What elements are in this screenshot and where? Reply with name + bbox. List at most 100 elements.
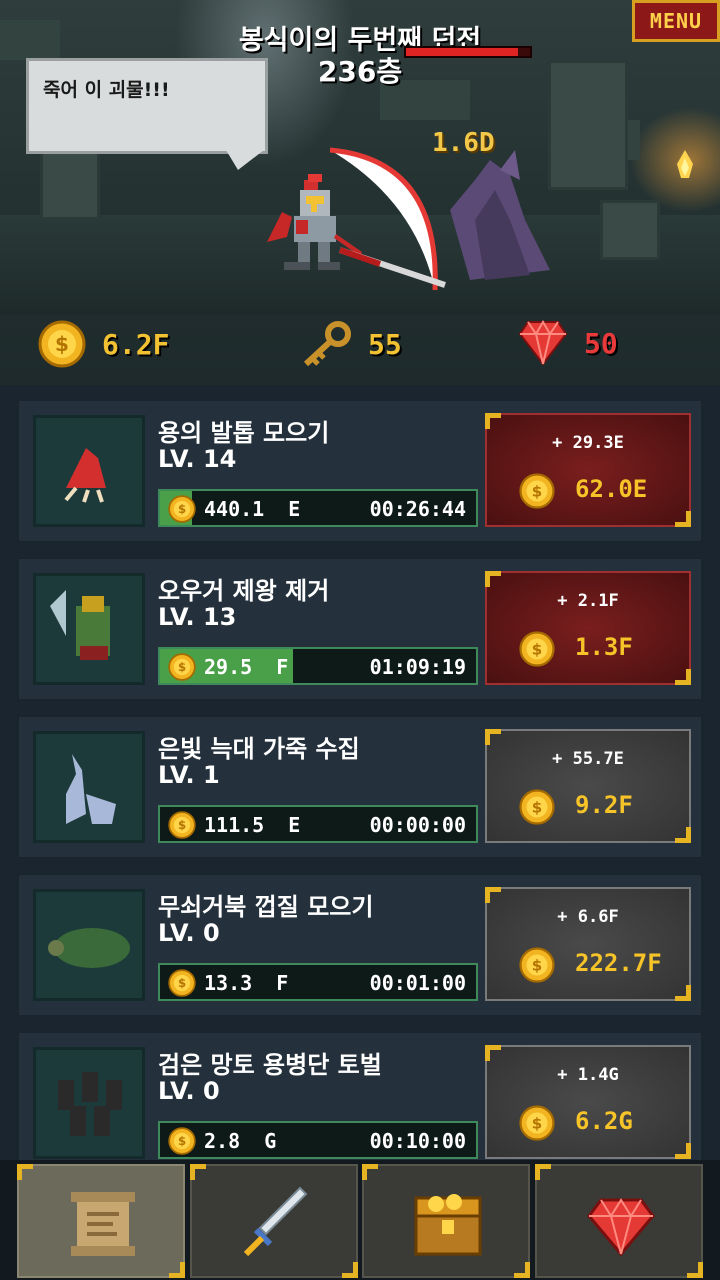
gold-amount: 6.2F [102, 327, 170, 361]
quest-progress-bar: $29.5 F 01:09:19 [158, 647, 478, 685]
gold-coin-icon: $ [168, 1127, 196, 1155]
gem-amount: 50 [584, 326, 618, 360]
key-counter: 55 [300, 320, 402, 368]
battle-scene: 봉식이의 두번째 던전 236층 MENU 죽어 이 괴물!!! 1.6D $ … [0, 0, 720, 385]
gold-coin-icon: $ [519, 473, 555, 509]
speech-bubble-tail [226, 150, 264, 170]
ruby-gem-icon [518, 320, 568, 366]
upgrade-cost: 6.2G [575, 1107, 633, 1135]
upgrade-bonus: + 55.7E [552, 749, 624, 769]
gold-coin-icon: $ [168, 969, 196, 997]
gold-corner-ornament [535, 1164, 551, 1180]
quest-level: LV. 1 [158, 761, 220, 789]
svg-text:$: $ [178, 976, 186, 990]
reward-coin: $ [168, 653, 196, 683]
shadow-monster-sprite [450, 150, 550, 280]
upgrade-bonus: + 6.6F [557, 907, 619, 927]
upgrade-button[interactable]: + 1.4G $6.2G [485, 1045, 691, 1159]
quest-reward: 111.5 E [204, 813, 301, 837]
reward-coin: $ [168, 495, 196, 525]
gold-corner-ornament [342, 1262, 358, 1278]
svg-text:$: $ [55, 332, 69, 356]
upgrade-button[interactable]: + 6.6F $222.7F [485, 887, 691, 1001]
cost-coin: $ [519, 631, 555, 671]
gold-corner-ornament [687, 1262, 703, 1278]
gold-coin-icon: $ [168, 811, 196, 839]
quest-timer: 00:26:44 [369, 497, 466, 521]
stone-block [600, 200, 660, 260]
gold-coin-icon: $ [168, 653, 196, 681]
svg-text:$: $ [532, 482, 542, 500]
svg-text:$: $ [532, 1114, 542, 1132]
speech-bubble: 죽어 이 괴물!!! [26, 58, 268, 154]
quest-level: LV. 0 [158, 1077, 220, 1105]
cost-coin: $ [519, 789, 555, 829]
gold-corner-ornament [675, 669, 691, 685]
ogre-king-icon [33, 573, 145, 685]
quest-progress-bar: $13.3 F 00:01:00 [158, 963, 478, 1001]
gold-coin-icon: $ [519, 1105, 555, 1141]
gold-corner-ornament [485, 571, 501, 587]
quest-name: 무쇠거북 껍질 모으기 [158, 893, 374, 921]
quest-name: 오우거 제왕 제거 [158, 577, 330, 605]
gold-corner-ornament [485, 729, 501, 745]
gold-counter: $ 6.2F [38, 320, 169, 368]
quest-level: LV. 13 [158, 603, 237, 631]
silver-wolf-icon [33, 731, 145, 843]
quest-card: 검은 망토 용병단 토벌 LV. 0 $2.8 G 00:10:00 + 1.4G $6.… [17, 1031, 703, 1160]
svg-text:$: $ [532, 798, 542, 816]
key-icon [303, 321, 351, 367]
upgrade-cost: 62.0E [575, 475, 648, 503]
quest-name: 용의 발톱 모으기 [158, 419, 330, 447]
tab-gems[interactable] [535, 1164, 703, 1278]
tab-treasure[interactable] [362, 1164, 530, 1278]
gold-corner-ornament [169, 1262, 185, 1278]
reward-coin: $ [168, 811, 196, 841]
cost-coin: $ [519, 473, 555, 513]
cost-coin: $ [519, 1105, 555, 1145]
upgrade-button[interactable]: + 55.7E $9.2F [485, 729, 691, 843]
gold-coin-icon: $ [519, 947, 555, 983]
quest-card: 오우거 제왕 제거 LV. 13 $29.5 F 01:09:19 + 2.1F $1.3… [17, 557, 703, 701]
iron-turtle-icon [33, 889, 145, 1001]
key-amount: 55 [368, 327, 402, 361]
menu-button[interactable]: MENU [632, 0, 720, 42]
quest-name: 검은 망토 용병단 토벌 [158, 1051, 382, 1079]
quest-progress-bar: $111.5 E 00:00:00 [158, 805, 478, 843]
quest-reward: 2.8 G [204, 1129, 277, 1153]
quest-timer: 00:01:00 [369, 971, 466, 995]
quest-card: 은빛 늑대 가죽 수집 LV. 1 $111.5 E 00:00:00 + 55.7E $… [17, 715, 703, 859]
gold-corner-ornament [17, 1164, 33, 1180]
tab-quests[interactable] [17, 1164, 185, 1278]
scroll-icon [71, 1192, 135, 1256]
black-cloak-mercenary-icon [33, 1047, 145, 1159]
upgrade-bonus: + 1.4G [557, 1065, 619, 1085]
quest-progress-bar: $2.8 G 00:10:00 [158, 1121, 478, 1159]
quest-card: 용의 발톱 모으기 LV. 14 $440.1 E 00:26:44 + 29.3E $6… [17, 399, 703, 543]
upgrade-cost: 222.7F [575, 949, 662, 977]
upgrade-cost: 1.3F [575, 633, 633, 661]
gem-counter: 50 [518, 320, 618, 366]
quest-timer: 00:10:00 [369, 1129, 466, 1153]
gold-corner-ornament [675, 827, 691, 843]
upgrade-bonus: + 2.1F [557, 591, 619, 611]
cost-coin: $ [519, 947, 555, 987]
svg-text:$: $ [178, 660, 186, 674]
reward-coin: $ [168, 969, 196, 999]
quest-progress-bar: $440.1 E 00:26:44 [158, 489, 478, 527]
gold-corner-ornament [485, 413, 501, 429]
upgrade-button[interactable]: + 29.3E $62.0E [485, 413, 691, 527]
upgrade-button[interactable]: + 2.1F $1.3F [485, 571, 691, 685]
stone-pillar [40, 150, 100, 220]
gold-coin-icon: $ [519, 789, 555, 825]
enemy-hp-bar [404, 46, 532, 58]
gold-corner-ornament [675, 1143, 691, 1159]
gold-corner-ornament [362, 1164, 378, 1180]
quest-list[interactable]: 용의 발톱 모으기 LV. 14 $440.1 E 00:26:44 + 29.3E $6… [0, 385, 720, 1160]
gold-coin-icon: $ [168, 495, 196, 523]
quest-reward: 13.3 F [204, 971, 289, 995]
gold-coin-icon: $ [38, 320, 86, 368]
upgrade-bonus: + 29.3E [552, 433, 624, 453]
gold-corner-ornament [190, 1164, 206, 1180]
tab-weapons[interactable] [190, 1164, 358, 1278]
